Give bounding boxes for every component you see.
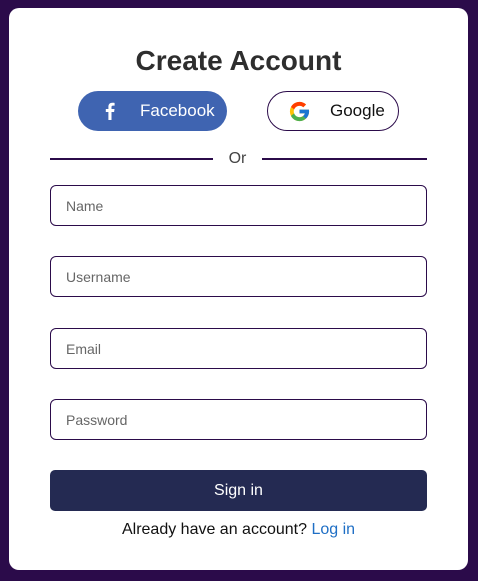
name-input[interactable] [50,185,427,226]
sign-in-button[interactable]: Sign in [50,470,427,511]
divider-text: Or [228,150,247,167]
google-button-label: Google [330,101,385,120]
or-divider: Or [50,149,427,169]
login-prompt-text: Already have an account? [121,521,307,538]
facebook-icon [102,101,118,121]
signup-card: Create Account Facebook Google Or Sign i… [9,8,468,570]
facebook-button[interactable]: Facebook [78,91,227,131]
google-button[interactable]: Google [267,91,399,131]
username-input[interactable] [50,256,427,297]
login-link[interactable]: Log in [311,521,355,538]
page-title: Create Account [135,45,342,76]
email-input[interactable] [50,328,427,369]
divider-line-right [262,158,427,160]
login-prompt: Already have an account? Log in [9,520,468,540]
divider-line-left [50,158,213,160]
password-input[interactable] [50,399,427,440]
facebook-button-label: Facebook [140,101,215,120]
google-icon [288,100,311,123]
